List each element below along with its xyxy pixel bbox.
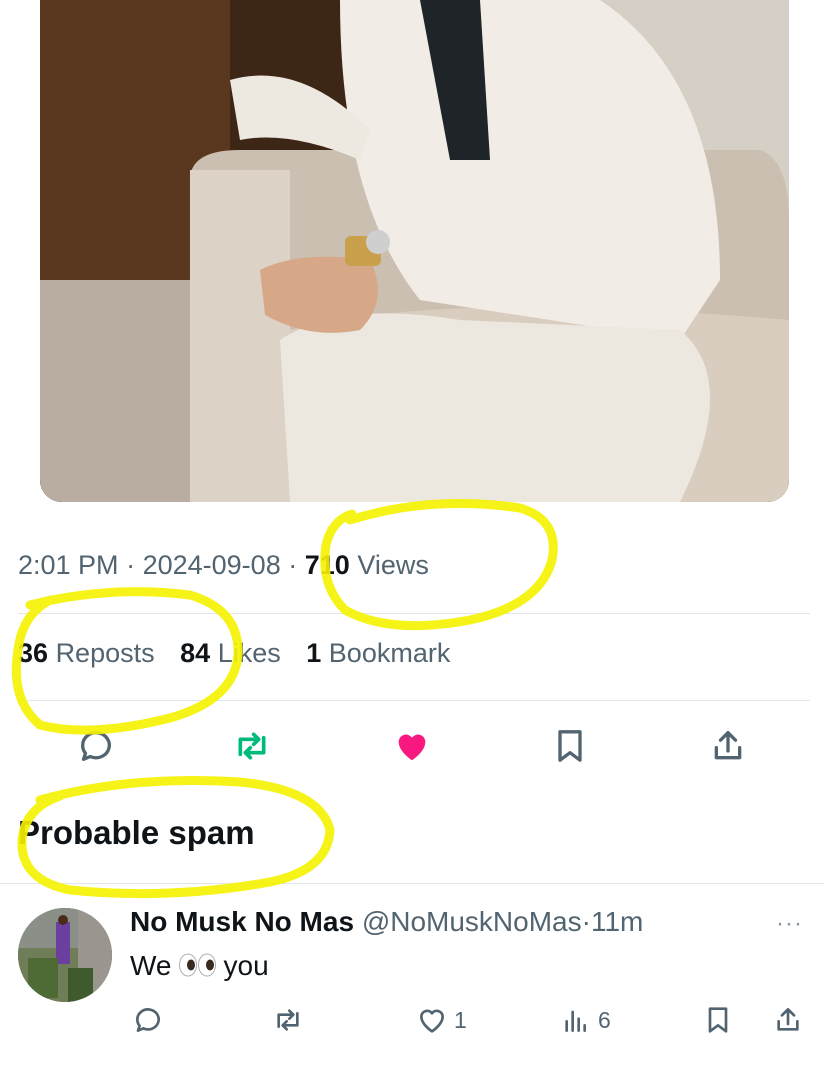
share-icon	[714, 731, 742, 760]
meta-separator: ·	[126, 550, 136, 580]
bookmarks-stat[interactable]: 1 Bookmark	[306, 638, 450, 668]
reply-icon	[81, 731, 111, 761]
avatar-image	[18, 908, 112, 1002]
reply-button[interactable]	[76, 726, 116, 766]
avatar[interactable]	[18, 908, 112, 1002]
share-button[interactable]	[708, 726, 748, 766]
photo-illustration	[40, 0, 789, 502]
bookmark-icon	[558, 730, 582, 762]
heart-icon	[420, 1009, 444, 1033]
bookmarks-count: 1	[306, 638, 322, 668]
views-chart-icon	[565, 1010, 586, 1032]
eyes-emoji-icon	[178, 952, 218, 984]
views-label: Views	[357, 550, 429, 580]
tweet-action-bar	[0, 722, 824, 772]
reply-text-before: We	[130, 950, 172, 981]
repost-icon	[277, 1009, 299, 1031]
reply-share-button[interactable]	[772, 1002, 804, 1038]
reply-text: We you	[130, 950, 269, 984]
reply-bookmark-button[interactable]	[702, 1002, 734, 1038]
likes-label: Likes	[217, 638, 281, 668]
handle[interactable]: @NoMuskNoMas	[362, 906, 582, 937]
tweet-date: 2024-09-08	[142, 550, 281, 580]
reply-like-count: 1	[454, 1006, 467, 1033]
reply-icon	[136, 1008, 160, 1032]
reply-repost-button[interactable]	[272, 1002, 304, 1038]
reply-header: No Musk No Mas @NoMuskNoMas·11m	[130, 906, 643, 938]
reposts-count: 36	[18, 638, 49, 668]
views-stat[interactable]: 710 Views	[305, 550, 429, 580]
repost-icon	[238, 732, 266, 760]
heart-filled-icon	[398, 734, 426, 761]
tweet-time: 2:01 PM	[18, 550, 119, 580]
likes-stat[interactable]: 84 Likes	[180, 638, 281, 668]
reply-age[interactable]: 11m	[591, 906, 643, 937]
divider	[18, 613, 810, 614]
reply-views-button[interactable]: 6	[560, 1002, 611, 1038]
bookmark-icon	[708, 1007, 728, 1033]
likes-count: 84	[180, 638, 211, 668]
repost-button[interactable]	[232, 726, 272, 766]
reply-item[interactable]: No Musk No Mas @NoMuskNoMas·11m ··· We yo…	[0, 884, 824, 1075]
reply-like-button[interactable]: 1	[416, 1002, 467, 1038]
display-name[interactable]: No Musk No Mas	[130, 906, 354, 937]
section-title: Probable spam	[18, 814, 255, 851]
like-button[interactable]	[392, 726, 432, 766]
tweet-photo[interactable]	[40, 0, 789, 502]
bookmark-button[interactable]	[550, 726, 590, 766]
more-options-button[interactable]: ···	[776, 910, 803, 938]
reposts-stat[interactable]: 36 Reposts	[18, 638, 155, 668]
engagement-stats: 36 Reposts 84 Likes 1 Bookmark	[18, 638, 450, 669]
meta-separator: ·	[288, 550, 298, 580]
reply-text-after: you	[223, 950, 269, 981]
reply-views-count: 6	[598, 1006, 611, 1033]
bookmarks-label: Bookmark	[328, 638, 451, 668]
reposts-label: Reposts	[55, 638, 155, 668]
tweet-meta: 2:01 PM · 2024-09-08 · 710 Views	[18, 550, 429, 581]
reply-action-bar: 1 6	[0, 1002, 824, 1042]
header-separator: ·	[581, 906, 591, 937]
share-icon	[777, 1008, 799, 1031]
reply-reply-button[interactable]	[132, 1002, 164, 1038]
divider	[18, 700, 810, 701]
views-count: 710	[304, 550, 350, 580]
